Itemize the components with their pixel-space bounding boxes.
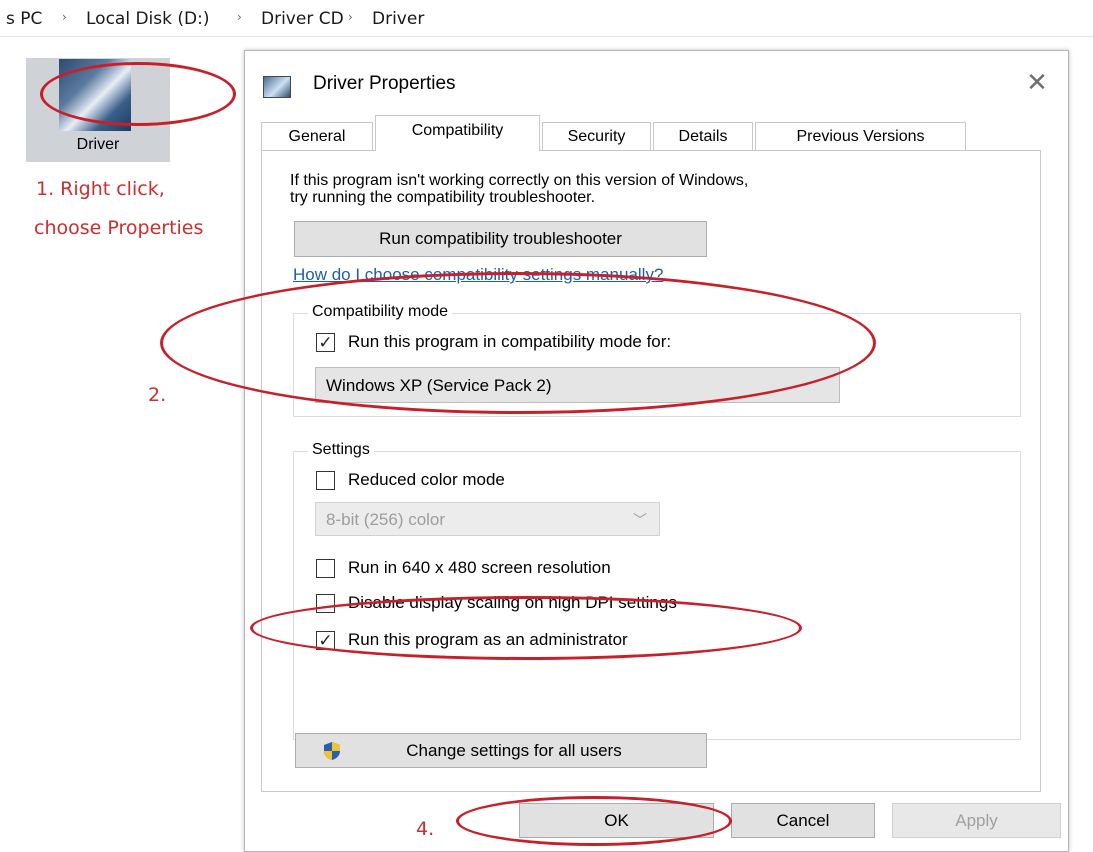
tab-security[interactable]: Security: [542, 122, 651, 150]
compatibility-mode-title: Compatibility mode: [308, 303, 453, 321]
breadcrumb: s PC › Local Disk (D:) › Driver CD › Dri…: [0, 0, 1093, 37]
ok-button[interactable]: OK: [519, 803, 714, 838]
file-label: Driver: [76, 136, 120, 153]
breadcrumb-item-local-disk[interactable]: Local Disk (D:): [86, 9, 209, 29]
tab-general[interactable]: General: [261, 122, 373, 150]
apply-button: Apply: [892, 803, 1061, 838]
run-as-admin-checkbox[interactable]: ✓: [316, 631, 335, 650]
compatibility-mode-group: Compatibility mode ✓ Run this program in…: [293, 303, 1021, 417]
change-all-users-label: Change settings for all users: [406, 741, 622, 760]
dpi-scaling-label: Disable display scaling on high DPI sett…: [348, 593, 677, 612]
intro-text: If this program isn't working correctly …: [290, 172, 748, 206]
manual-settings-link[interactable]: How do I choose compatibility settings m…: [293, 265, 663, 285]
os-version-select[interactable]: Windows XP (Service Pack 2): [315, 367, 840, 403]
uac-shield-icon: [324, 742, 340, 760]
dpi-scaling-checkbox[interactable]: [316, 594, 335, 613]
tab-details[interactable]: Details: [653, 122, 753, 150]
breadcrumb-item-this-pc[interactable]: s PC: [6, 9, 42, 29]
driver-file-item[interactable]: Driver: [26, 58, 170, 162]
settings-group: Settings Reduced color mode 8-bit (256) …: [293, 441, 1021, 740]
annotation-step-4: 4.: [416, 818, 435, 840]
close-button[interactable]: ✕: [1020, 69, 1054, 97]
cancel-button[interactable]: Cancel: [731, 803, 875, 838]
resolution-label: Run in 640 x 480 screen resolution: [348, 558, 611, 577]
breadcrumb-separator-icon: ›: [348, 10, 353, 24]
color-depth-select: 8-bit (256) color ﹀: [315, 502, 660, 536]
compatibility-panel: If this program isn't working correctly …: [261, 150, 1041, 792]
resolution-checkbox[interactable]: [316, 559, 335, 578]
run-troubleshooter-button[interactable]: Run compatibility troubleshooter: [294, 221, 707, 257]
dialog-title: Driver Properties: [313, 73, 456, 94]
intro-line-1: If this program isn't working correctly …: [290, 172, 749, 189]
breadcrumb-separator-icon: ›: [62, 10, 67, 24]
driver-app-icon: [263, 76, 291, 98]
change-all-users-button[interactable]: Change settings for all users: [295, 733, 707, 768]
os-version-value: Windows XP (Service Pack 2): [326, 376, 552, 395]
reduced-color-checkbox[interactable]: [316, 471, 335, 490]
run-as-admin-label: Run this program as an administrator: [348, 630, 628, 649]
breadcrumb-separator-icon: ›: [237, 10, 242, 24]
compat-mode-checkbox[interactable]: ✓: [316, 333, 335, 352]
intro-line-2: try running the compatibility troublesho…: [290, 189, 596, 206]
breadcrumb-item-driver-cd[interactable]: Driver CD: [261, 9, 344, 29]
annotation-step-1: 1. Right click,: [36, 178, 165, 200]
annotation-step-2: 2.: [148, 384, 167, 406]
compat-mode-label: Run this program in compatibility mode f…: [348, 332, 672, 351]
reduced-color-label: Reduced color mode: [348, 470, 505, 489]
chevron-down-icon: ﹀: [633, 512, 647, 528]
application-file-icon: [59, 59, 131, 131]
annotation-step-1-detail: choose Properties: [34, 217, 204, 239]
tab-compatibility[interactable]: Compatibility: [375, 115, 540, 151]
color-depth-value: 8-bit (256) color: [326, 510, 446, 529]
properties-dialog: Driver Properties ✕ General Compatibilit…: [244, 50, 1069, 852]
breadcrumb-item-driver[interactable]: Driver: [372, 9, 424, 29]
tab-previous-versions[interactable]: Previous Versions: [755, 122, 966, 150]
settings-title: Settings: [308, 441, 374, 459]
